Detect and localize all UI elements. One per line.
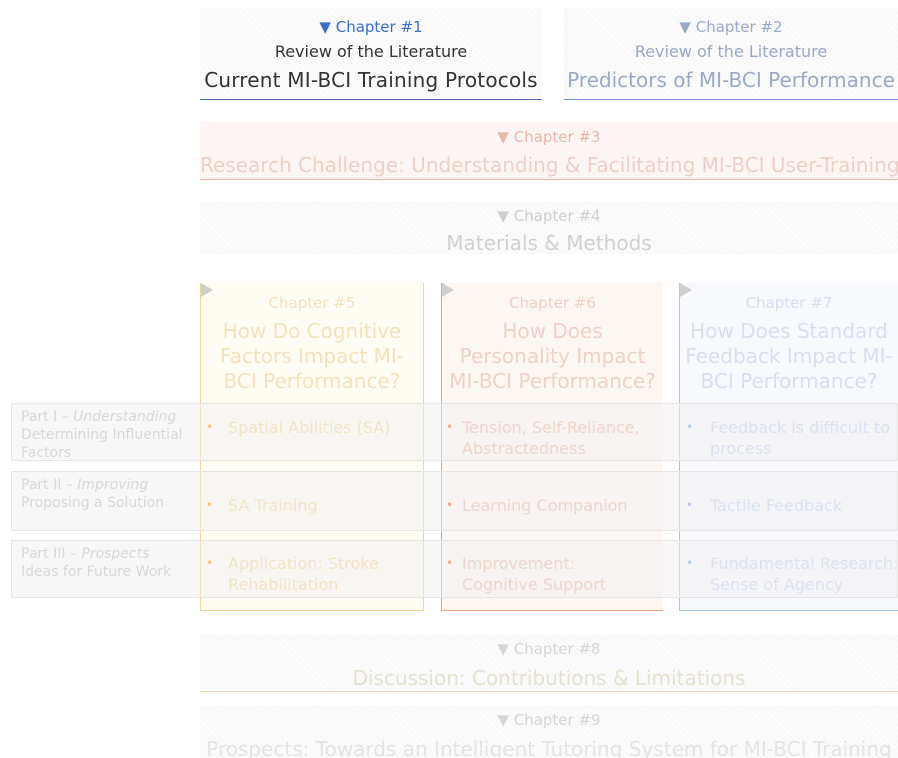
part-3-label: Part III – Prospects Ideas for Future Wo… — [21, 546, 172, 580]
cell-ch5-part2: • SA Training — [206, 496, 318, 515]
expand-arrow-icon[interactable] — [201, 283, 213, 297]
chapter-5-title: How Do Cognitive Factors Impact MI-BCI P… — [220, 319, 404, 393]
chapter-9-title: Prospects: Towards an Intelligent Tutori… — [206, 737, 892, 758]
chapter-1-block[interactable]: ▼ Chapter #1 Review of the Literature Cu… — [200, 8, 542, 100]
bullet-icon: • — [446, 420, 454, 434]
bullet-icon: • — [686, 498, 694, 512]
chapter-8-title: Discussion: Contributions & Limitations — [352, 666, 746, 690]
chapter-2-title: Predictors of MI-BCI Performance — [567, 68, 895, 92]
chapter-6-title: How Does Personality Impact MI-BCI Perfo… — [449, 319, 656, 393]
cell-ch6-part3: • Improvement: Cognitive Support — [446, 554, 607, 594]
cell-ch7-part1: • Feedback is difficult to process — [686, 418, 891, 458]
chapter-8-label[interactable]: ▼ Chapter #8 — [200, 635, 898, 659]
chapter-1-title: Current MI-BCI Training Protocols — [204, 68, 538, 92]
part-1-label: Part I – Understanding Determining Influ… — [21, 409, 183, 461]
chapter-3-block[interactable]: ▼ Chapter #3 Research Challenge: Underst… — [200, 122, 898, 180]
cell-ch7-part3: • Fundamental Research: Sense of Agency — [686, 554, 898, 594]
chapter-2-subtitle: Review of the Literature — [634, 42, 828, 61]
bullet-icon: • — [206, 556, 214, 570]
bullet-icon: • — [446, 498, 454, 512]
bullet-icon: • — [206, 420, 214, 434]
bullet-icon: • — [446, 556, 454, 570]
chapter-1-label[interactable]: ▼ Chapter #1 — [200, 8, 542, 37]
chapter-4-title: Materials & Methods — [446, 231, 652, 255]
expand-arrow-icon[interactable] — [680, 283, 692, 297]
chapter-2-label[interactable]: ▼ Chapter #2 — [564, 8, 898, 37]
chapter-4-label[interactable]: ▼ Chapter #4 — [200, 202, 898, 226]
cell-ch6-part2: • Learning Companion — [446, 496, 628, 515]
chapter-9-block[interactable]: ▼ Chapter #9 Prospects: Towards an Intel… — [200, 706, 898, 758]
chapter-5-label: Chapter #5 — [268, 294, 356, 312]
chapter-4-block[interactable]: ▼ Chapter #4 Materials & Methods — [200, 202, 898, 255]
chapter-6-label: Chapter #6 — [509, 294, 596, 312]
chapter-9-label[interactable]: ▼ Chapter #9 — [200, 706, 898, 730]
chapter-3-title: Research Challenge: Understanding & Faci… — [200, 153, 898, 177]
chapter-2-block[interactable]: ▼ Chapter #2 Review of the Literature Pr… — [564, 8, 898, 100]
bullet-icon: • — [206, 498, 214, 512]
chapter-7-title: How Does Standard Feedback Impact MI-BCI… — [685, 319, 893, 393]
bullet-icon: • — [686, 556, 694, 570]
cell-ch6-part1: • Tension, Self-Reliance, Abstractedness — [446, 418, 640, 458]
cell-ch5-part1: • Spatial Abilities (SA) — [206, 418, 391, 437]
cell-ch5-part3: • Application: Stroke Rehabilitation — [206, 554, 379, 594]
chapter-3-label[interactable]: ▼ Chapter #3 — [200, 122, 898, 147]
cell-ch7-part2: • Tactile Feedback — [686, 496, 843, 515]
chapter-1-subtitle: Review of the Literature — [274, 42, 468, 61]
chapter-8-block[interactable]: ▼ Chapter #8 Discussion: Contributions &… — [200, 635, 898, 692]
expand-arrow-icon[interactable] — [442, 283, 454, 297]
part-2-label: Part II – Improving Proposing a Solution — [21, 477, 165, 511]
chapter-7-label: Chapter #7 — [745, 294, 833, 312]
bullet-icon: • — [686, 420, 694, 434]
